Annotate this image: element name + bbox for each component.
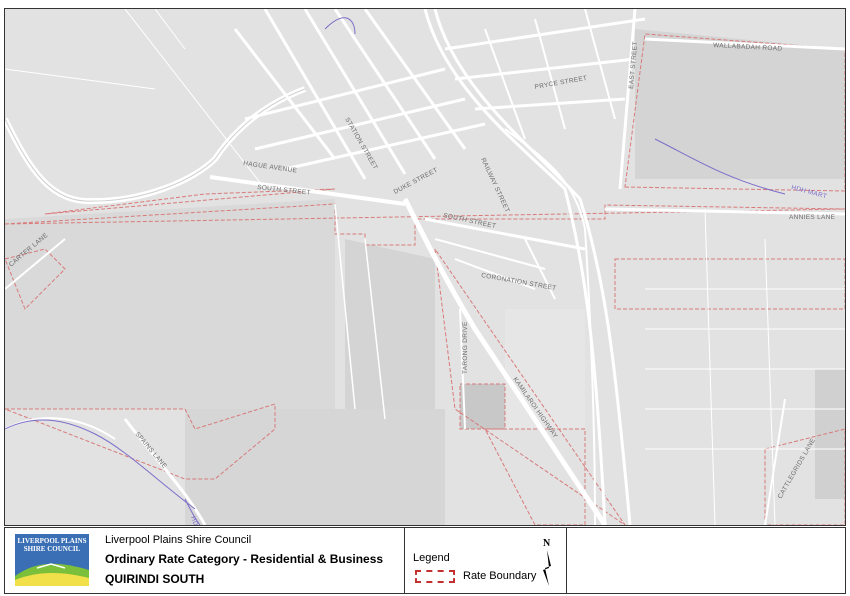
map-canvas: WALLABADAH ROAD ANNIES LANE SOUTH STREET… xyxy=(5,9,845,525)
council-name: Liverpool Plains Shire Council xyxy=(105,534,252,546)
land-parcels xyxy=(5,29,845,525)
legend-rate-boundary-label: Rate Boundary xyxy=(463,570,537,582)
title-block: LIVERPOOL PLAINS SHIRE COUNCIL Liverpool… xyxy=(5,528,405,593)
label-hdh-mart: HDH MART xyxy=(790,184,827,200)
label-tarong-drive: TARONG DRIVE xyxy=(462,321,469,374)
label-cattlegrids-lane: CATTLEGRIDS LANE xyxy=(777,437,818,500)
north-label: N xyxy=(543,538,551,549)
logo-hills-icon xyxy=(15,563,89,586)
map-subtitle: QUIRINDI SOUTH xyxy=(105,572,205,586)
label-annies-lane: ANNIES LANE xyxy=(789,214,836,221)
map-view[interactable]: WALLABADAH ROAD ANNIES LANE SOUTH STREET… xyxy=(4,8,846,526)
north-arrow-icon: N xyxy=(543,538,551,586)
rate-category-title: Ordinary Rate Category - Residential & B… xyxy=(105,552,384,566)
map-footer: LIVERPOOL PLAINS SHIRE COUNCIL Liverpool… xyxy=(4,527,846,594)
label-railway-street: RAILWAY STREET xyxy=(479,157,511,214)
label-coronation-street: CORONATION STREET xyxy=(481,272,557,292)
label-pryce-street: PRYCE STREET xyxy=(534,75,588,91)
label-duke-street: DUKE STREET xyxy=(393,167,439,196)
rate-boundary-swatch xyxy=(415,570,455,583)
legend-title: Legend xyxy=(413,552,450,564)
council-logo: LIVERPOOL PLAINS SHIRE COUNCIL xyxy=(15,534,89,586)
label-hague-avenue: HAGUE AVENUE xyxy=(243,160,298,175)
